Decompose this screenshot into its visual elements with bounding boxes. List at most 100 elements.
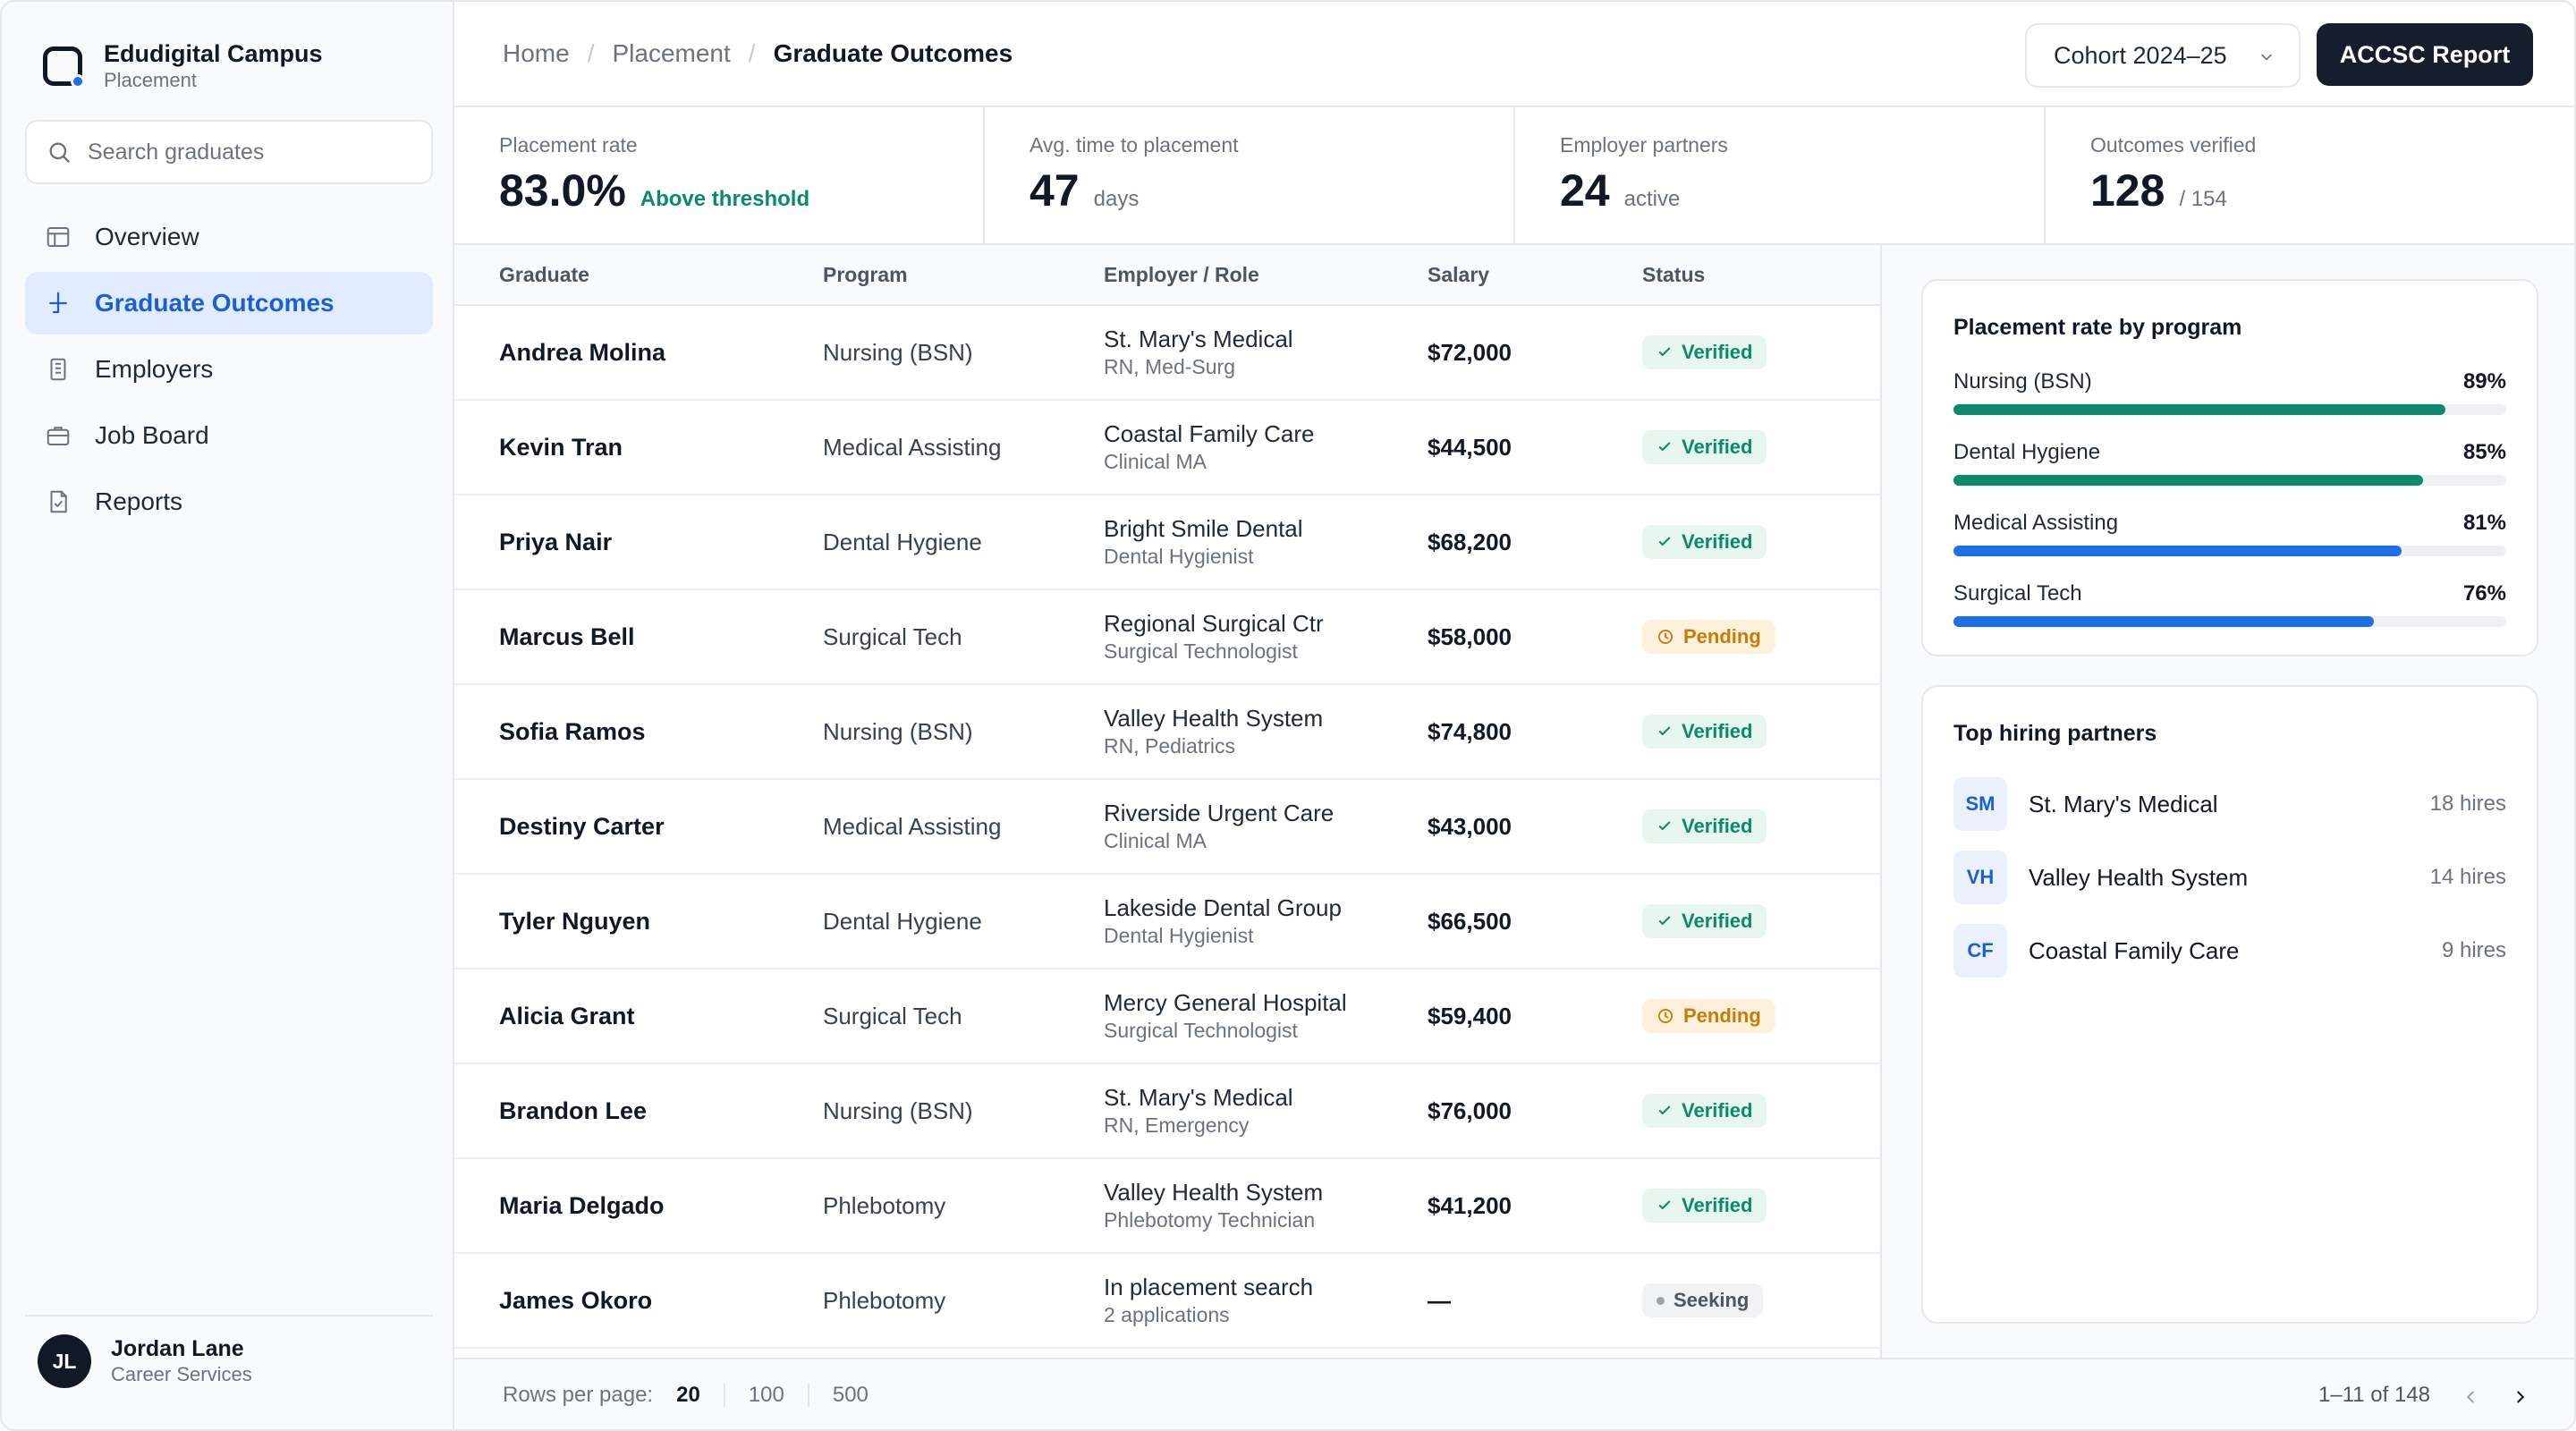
sidebar-item-graduate-outcomes[interactable]: Graduate Outcomes [25, 272, 433, 334]
status-badge: Verified [1642, 430, 1767, 464]
partner-item[interactable]: VH Valley Health System 14 hires [1953, 850, 2506, 905]
top-bar: Home / Placement / Graduate Outcomes Coh… [454, 2, 2574, 107]
table-body: Andrea Molina Nursing (BSN) St. Mary's Med… [454, 306, 1880, 1349]
breadcrumb-placement[interactable]: Placement [612, 39, 730, 68]
accsc-report-button[interactable]: ACCSC Report [2317, 23, 2533, 86]
cohort-select[interactable]: Cohort 2024–25 [2025, 23, 2301, 88]
status-badge: Verified [1642, 715, 1767, 749]
employer-name: In placement search [1104, 1274, 1314, 1300]
program-bar-label: Dental Hygiene [1953, 440, 2101, 464]
program-name: Medical Assisting [823, 433, 1002, 461]
check-icon [1658, 916, 1671, 925]
employer-name: Lakeside Dental Group [1104, 894, 1342, 921]
column-header-salary[interactable]: Salary [1428, 263, 1489, 287]
employer-name: Bright Smile Dental [1104, 515, 1303, 542]
stat-label: Placement rate [499, 133, 638, 157]
card-title: Top hiring partners [1953, 721, 2157, 746]
search-icon [49, 142, 70, 163]
user-profile[interactable]: JL Jordan Lane Career Services [25, 1315, 433, 1388]
role-title: Phlebotomy Technician [1104, 1208, 1316, 1232]
table-row[interactable]: Priya Nair Dental Hygiene Bright Smile Den… [454, 495, 1880, 590]
table-row[interactable]: Marcus Bell Surgical Tech Regional Surgica… [454, 590, 1880, 685]
check-icon [1658, 1200, 1671, 1209]
status-label: Verified [1682, 436, 1753, 458]
table-row[interactable]: Sofia Ramos Nursing (BSN) Valley Health Sy… [454, 685, 1880, 780]
program-bar-track [1953, 546, 2506, 556]
sidebar-item-job-board[interactable]: Job Board [25, 404, 433, 467]
status-badge: Verified [1642, 525, 1767, 559]
program-bar-fill [1953, 616, 2374, 627]
table-row[interactable]: Andrea Molina Nursing (BSN) St. Mary's Med… [454, 306, 1880, 401]
salary-value: $43,000 [1428, 812, 1512, 840]
partner-item[interactable]: CF Coastal Family Care 9 hires [1953, 923, 2506, 978]
table-row[interactable]: Maria Delgado Phlebotomy Valley Health Sys… [454, 1159, 1880, 1254]
search-box[interactable] [25, 120, 433, 184]
user-role: Career Services [111, 1363, 252, 1385]
table-row[interactable]: Brandon Lee Nursing (BSN) St. Mary's Medic… [454, 1064, 1880, 1159]
status-label: Verified [1682, 341, 1753, 363]
status-label: Verified [1682, 910, 1753, 932]
graduate-name[interactable]: Priya Nair [499, 529, 612, 556]
role-title: Surgical Technologist [1104, 639, 1298, 663]
status-label: Verified [1682, 720, 1753, 742]
program-bar-percent: 85% [2462, 440, 2506, 464]
sidebar-item-label: Job Board [95, 421, 209, 449]
breadcrumb-home[interactable]: Home [503, 39, 570, 68]
search-input[interactable] [88, 139, 410, 165]
salary-value: $58,000 [1428, 622, 1512, 650]
table-row[interactable]: Alicia Grant Surgical Tech Mercy General H… [454, 970, 1880, 1064]
rows-per-page-option-500[interactable]: 500 [833, 1383, 892, 1408]
sidebar-item-label: Employers [95, 355, 214, 383]
status-badge: Verified [1642, 809, 1767, 843]
sidebar-item-employers[interactable]: Employers [25, 338, 433, 401]
graduate-name[interactable]: Kevin Tran [499, 434, 623, 461]
program-name: Phlebotomy [823, 1286, 946, 1314]
graduate-name[interactable]: James Okoro [499, 1287, 652, 1315]
program-bar-track [1953, 475, 2506, 486]
graduate-name[interactable]: Destiny Carter [499, 813, 665, 841]
table-header: Graduate Program Employer / Role Salary … [454, 245, 1880, 306]
sidebar-nav: Overview Graduate Outcomes Employers Job… [25, 206, 433, 537]
program-bar-percent: 81% [2462, 511, 2506, 535]
graduate-name[interactable]: Marcus Bell [499, 623, 635, 651]
next-page-button[interactable] [2503, 1379, 2538, 1415]
graduate-name[interactable]: Brandon Lee [499, 1097, 647, 1125]
role-title: Clinical MA [1104, 450, 1208, 473]
program-bar-fill [1953, 404, 2446, 415]
previous-page-button[interactable] [2453, 1379, 2488, 1415]
employer-name: Regional Surgical Ctr [1104, 610, 1324, 637]
rows-per-page-option-20[interactable]: 20 [676, 1383, 725, 1408]
table-row[interactable]: Destiny Carter Medical Assisting Riverside… [454, 780, 1880, 875]
stat-threshold-note: Above threshold [640, 187, 810, 211]
status-label: Verified [1682, 815, 1753, 837]
rows-per-page-option-100[interactable]: 100 [749, 1383, 809, 1408]
graduate-name[interactable]: Sofia Ramos [499, 718, 646, 746]
column-header-status[interactable]: Status [1642, 263, 1705, 287]
program-bar-fill [1953, 475, 2424, 486]
rows-per-page-label: Rows per page: [503, 1383, 654, 1407]
partner-item[interactable]: SM St. Mary's Medical 18 hires [1953, 776, 2506, 832]
partner-name: St. Mary's Medical [2029, 790, 2218, 817]
table-row[interactable]: Kevin Tran Medical Assisting Coastal Famil… [454, 401, 1880, 495]
partner-logo: SM [1953, 777, 2007, 831]
sidebar-item-reports[interactable]: Reports [25, 470, 433, 533]
employer-name: Riverside Urgent Care [1104, 800, 1335, 826]
graduate-name[interactable]: Andrea Molina [499, 339, 665, 367]
breadcrumb-separator: / [587, 39, 595, 67]
column-header-graduate[interactable]: Graduate [499, 263, 589, 287]
top-hiring-partners-card: Top hiring partners SM St. Mary's Medical… [1921, 685, 2538, 1324]
graduate-name[interactable]: Maria Delgado [499, 1192, 665, 1220]
brand[interactable]: Edudigital Campus Placement [43, 39, 323, 93]
graduate-name[interactable]: Alicia Grant [499, 1003, 635, 1030]
graduate-name[interactable]: Tyler Nguyen [499, 908, 650, 936]
table-row[interactable]: James Okoro Phlebotomy In placement search… [454, 1254, 1880, 1349]
status-label: Verified [1682, 530, 1753, 553]
column-header-program[interactable]: Program [823, 263, 908, 287]
sidebar-item-label: Overview [95, 223, 199, 250]
program-bar-label: Nursing (BSN) [1953, 369, 2092, 394]
table-row[interactable]: Tyler Nguyen Dental Hygiene Lakeside Denta… [454, 875, 1880, 970]
clock-icon [1658, 630, 1673, 644]
column-header-employer-role[interactable]: Employer / Role [1104, 263, 1259, 287]
sidebar-item-overview[interactable]: Overview [25, 206, 433, 268]
program-name: Phlebotomy [823, 1191, 946, 1219]
